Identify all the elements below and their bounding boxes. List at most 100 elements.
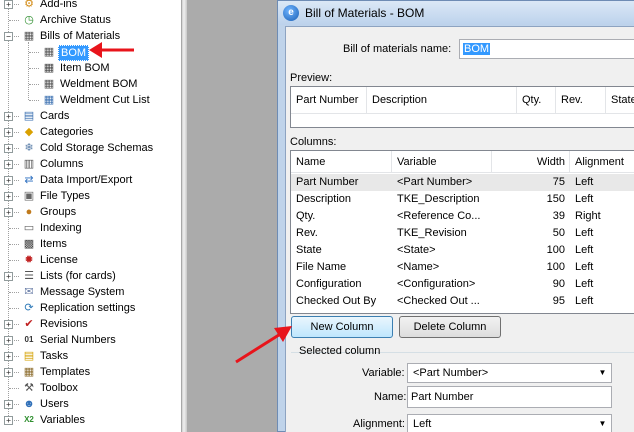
tree-item[interactable]: ✹ License [0,252,181,268]
add-ins-icon: ⚙ [24,0,34,10]
table-row[interactable]: Rev. TKE_Revision 50 Left [291,225,634,242]
expand-icon[interactable]: + [4,416,13,425]
columns-list[interactable]: Name Variable Width Alignment Part Numbe… [290,150,634,314]
columns-header-alignment[interactable]: Alignment [570,151,634,173]
tree-item[interactable]: + ▣ File Types [0,188,181,204]
preview-header-qty[interactable]: Qty. [517,87,556,114]
expand-icon[interactable]: + [4,208,13,217]
tree-item[interactable]: + ▤ Tasks [0,348,181,364]
expand-icon[interactable]: + [4,112,13,121]
expand-icon[interactable]: + [4,352,13,361]
tree-item[interactable]: + ☰ Lists (for cards) [0,268,181,284]
preview-header-rev[interactable]: Rev. [556,87,606,114]
tree-guide-line [29,100,39,101]
tree-item-label: Message System [40,286,125,298]
tree-item[interactable]: + ● Groups [0,204,181,220]
tree-item[interactable]: ◷ Archive Status [0,12,181,28]
expand-icon[interactable]: + [4,128,13,137]
alignment-dropdown[interactable]: Left ▼ [407,414,612,432]
workspace-background [187,0,277,432]
tree-item[interactable]: + ▦ Templates [0,364,181,380]
tree-item[interactable]: +01 Serial Numbers [0,332,181,348]
table-row[interactable]: Part Number <Part Number> 75 Left [291,174,634,191]
data-import-export-icon: ⇄ [24,174,34,186]
tree-item[interactable]: ▦ BOM [0,44,181,61]
cards-icon: ▤ [23,110,35,122]
table-row[interactable]: Configuration <Configuration> 90 Left [291,276,634,293]
admin-tree[interactable]: + ⚙ Add-ins ◷ Archive Status − ▦ Bills of Mater… [0,0,181,432]
tree-item-label: License [40,254,78,266]
table-row[interactable]: State <State> 100 Left [291,242,634,259]
table-row[interactable]: Description TKE_Description 150 Left [291,191,634,208]
tree-item[interactable]: + ◆ Categories [0,124,181,140]
tree-item[interactable]: + ⇄ Data Import/Export [0,172,181,188]
collapse-icon[interactable]: − [4,32,13,41]
tree-item[interactable]: ▩ Items [0,236,181,252]
tree-item[interactable]: ▦ Weldment Cut List [0,92,181,108]
tree-item[interactable]: + ✔ Revisions [0,316,181,332]
tree-item[interactable]: + ❄ Cold Storage Schemas [0,140,181,156]
preview-header-description[interactable]: Description [367,87,517,114]
tree-guide-line [29,68,39,69]
tree-item[interactable]: + ▤ Cards [0,108,181,124]
tree-item[interactable]: ▦ Weldment BOM [0,76,181,92]
columns-header-width[interactable]: Width [492,151,570,173]
column-name-input[interactable]: Part Number [407,386,612,408]
categories-icon: ◆ [24,126,34,138]
tree-item[interactable]: ⚒ Toolbox [0,380,181,396]
column-name-cell: Checked Out By [296,295,377,307]
expand-icon[interactable]: + [4,272,13,281]
table-row[interactable]: Qty. <Reference Co... 39 Right [291,208,634,225]
column-width-cell: 50 [552,227,565,239]
tasks-icon: ▤ [23,350,35,362]
preview-list[interactable]: Part Number Description Qty. Rev. State [290,86,634,128]
tree-item-label: Users [40,398,69,410]
tree-item-label: Archive Status [40,14,111,26]
expand-icon[interactable]: + [4,0,13,9]
column-alignment-cell: Left [575,295,594,307]
bom-dialog: e Bill of Materials - BOM Bill of materi… [277,0,634,432]
tree-item[interactable]: + X2 Variables [0,412,181,428]
column-name-cell: State [296,244,322,256]
columns-header-variable[interactable]: Variable [392,151,492,173]
tree-item[interactable]: + ⚙ Add-ins [0,0,181,12]
expand-icon[interactable]: + [4,368,13,377]
delete-column-button[interactable]: Delete Column [399,316,501,338]
column-width-cell: 39 [552,210,565,222]
users-icon: ☻ [23,398,35,410]
column-width-cell: 90 [552,278,565,290]
tree-item[interactable]: ▭ Indexing [0,220,181,236]
expand-icon[interactable]: + [4,192,13,201]
tree-item[interactable]: − ▦ Bills of Materials [0,28,181,44]
tree-guide-line [29,52,39,53]
table-row[interactable]: Checked Out By <Checked Out ... 95 Left [291,293,634,310]
expand-icon[interactable]: + [4,144,13,153]
tree-item[interactable]: ▦ Item BOM [0,60,181,76]
preview-header-part-number[interactable]: Part Number [291,87,367,114]
tree-item[interactable]: + ▥ Columns [0,156,181,172]
columns-header-name[interactable]: Name [291,151,392,173]
variable-dropdown[interactable]: <Part Number> ▼ [407,363,612,383]
expand-icon[interactable]: + [4,400,13,409]
tree-item[interactable]: ✉ Message System [0,284,181,300]
tree-item[interactable]: ⟳ Replication settings [0,300,181,316]
expand-icon[interactable]: + [4,320,13,329]
expand-icon[interactable]: + [4,176,13,185]
message-system-icon: ✉ [24,286,34,298]
column-variable-cell: <Part Number> [397,176,473,188]
bom-name-input[interactable]: BOM [459,39,634,59]
bom-grid-icon: ▦ [43,46,55,58]
expand-icon[interactable]: + [4,336,13,345]
chevron-down-icon[interactable]: ▼ [594,415,611,432]
dialog-titlebar[interactable]: e Bill of Materials - BOM [278,1,634,25]
table-row[interactable]: File Name <Name> 100 Left [291,259,634,276]
column-name-cell: Qty. [296,210,316,222]
tree-item[interactable]: + ☻ Users [0,396,181,412]
chevron-down-icon[interactable]: ▼ [594,364,611,382]
new-column-button[interactable]: New Column [291,316,393,338]
expand-icon[interactable]: + [4,160,13,169]
name-label: Name: [374,391,407,403]
preview-label: Preview: [290,72,333,84]
preview-header-state[interactable]: State [606,87,634,114]
license-icon: ✹ [24,254,34,266]
